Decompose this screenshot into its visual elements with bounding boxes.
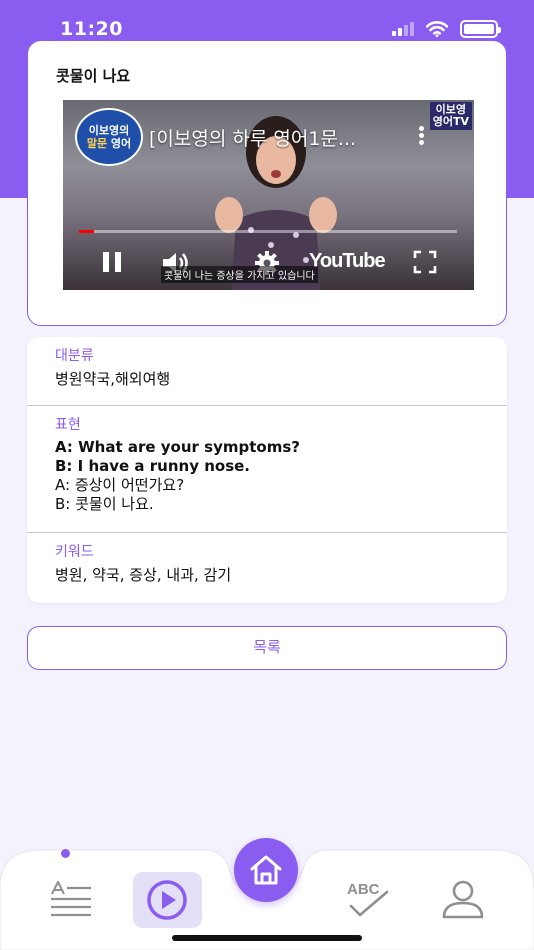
home-indicator — [172, 935, 362, 941]
abc-check-icon: ABC — [347, 881, 389, 917]
youtube-logo[interactable]: YouTube — [309, 250, 386, 273]
tab-video-icon-wrap[interactable] — [143, 878, 191, 922]
channel-logo: 이보영의 말문 영어 — [75, 108, 143, 166]
video-progress-bar[interactable] — [79, 230, 457, 233]
keyword-value: 병원, 약국, 증상, 내과, 감기 — [55, 566, 232, 584]
pause-icon[interactable] — [101, 250, 123, 274]
video-player[interactable]: 이보영의 말문 영어 [이보영의 하루 영어1문... 이보영 영어TV You… — [63, 100, 474, 290]
status-bar: 11:20 — [0, 0, 534, 44]
category-section: 대분류 병원약국,해외여행 — [27, 337, 507, 406]
home-icon — [250, 855, 282, 885]
list-button[interactable]: 목록 — [27, 626, 507, 670]
expression-ko-b: B: 콧물이 나요. — [55, 495, 154, 513]
more-options-icon[interactable] — [419, 126, 425, 146]
person-icon — [442, 880, 484, 919]
play-circle-icon — [147, 880, 187, 920]
status-time: 11:20 — [60, 18, 123, 40]
fullscreen-icon[interactable] — [413, 250, 437, 274]
video-embed-title[interactable]: [이보영의 하루 영어1문... — [149, 124, 356, 151]
battery-icon — [460, 20, 501, 38]
video-progress-played — [79, 230, 95, 233]
expression-en-b: B: I have a runny nose. — [55, 457, 250, 475]
tab-home[interactable] — [234, 838, 298, 902]
svg-text:ABC: ABC — [347, 881, 380, 898]
status-icons — [392, 20, 501, 38]
tab-word-quiz[interactable]: ABC — [345, 880, 391, 920]
video-title: 콧물이 나요 — [56, 67, 131, 85]
video-card: 콧물이 나요 이보영의 말문 영어 [이보영의 하루 영어1문... 이보영 영… — [27, 40, 507, 326]
keyword-label: 키워드 — [55, 544, 94, 560]
signal-icon — [392, 22, 414, 36]
wifi-icon — [426, 21, 448, 37]
tab-indicator-dot — [61, 849, 70, 858]
expression-en-a: A: What are your symptoms? — [55, 438, 300, 456]
video-caption: 콧물이 나는 증상을 가지고 있습니다 — [161, 266, 318, 283]
expression-ko-a: A: 증상이 어떤가요? — [55, 476, 185, 494]
tab-text-list[interactable] — [48, 880, 94, 920]
expression-label: 표현 — [55, 417, 81, 433]
text-lines-icon — [51, 881, 91, 917]
info-card: 대분류 병원약국,해외여행 표현 A: What are your sympto… — [27, 337, 507, 603]
channel-watermark: 이보영 영어TV — [429, 102, 472, 130]
keyword-section: 키워드 병원, 약국, 증상, 내과, 감기 — [27, 533, 507, 603]
category-label: 대분류 — [55, 348, 94, 364]
expression-section: 표현 A: What are your symptoms? B: I have … — [27, 406, 507, 533]
tab-profile[interactable] — [440, 878, 486, 920]
category-value: 병원약국,해외여행 — [55, 370, 171, 388]
